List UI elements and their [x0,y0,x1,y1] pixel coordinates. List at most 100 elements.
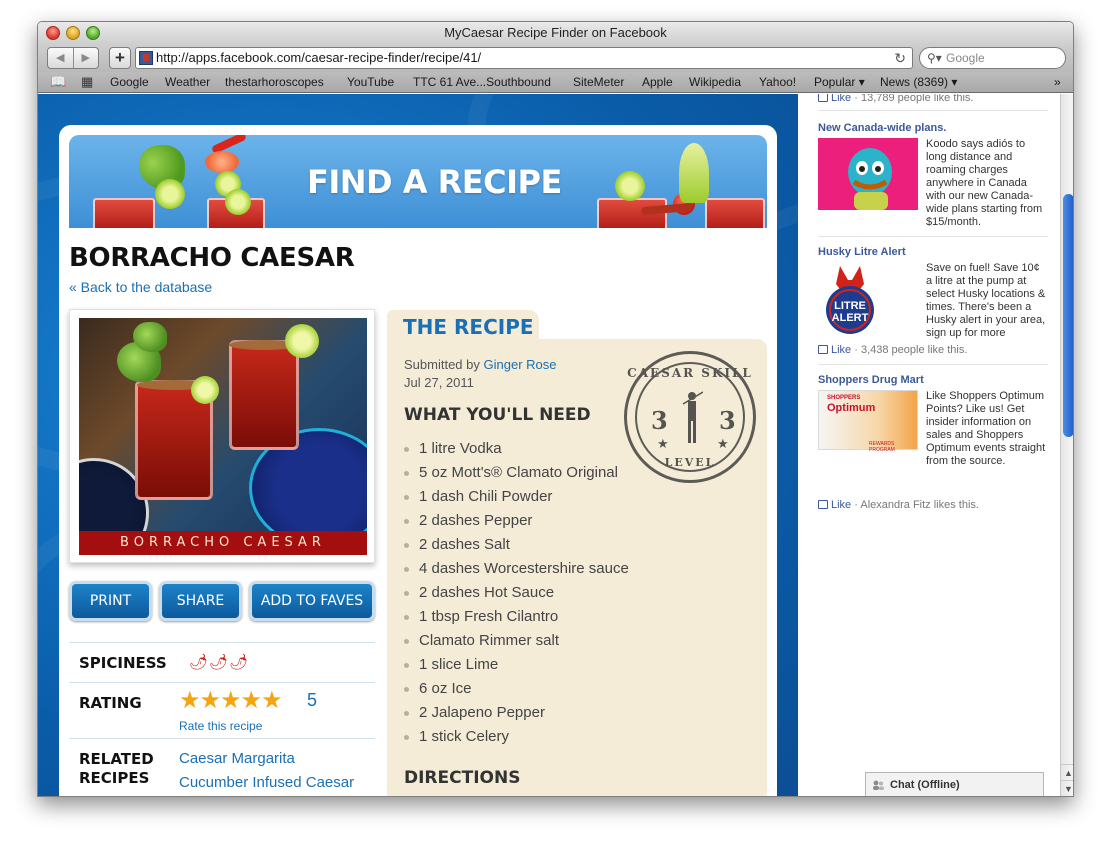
ingredient-item: 1 tbsp Fresh Cilantro [404,605,629,629]
like-link[interactable]: Like [831,94,851,104]
ad-title[interactable]: Shoppers Drug Mart [818,374,1053,386]
open-book-icon[interactable]: 📖 [50,75,66,89]
ad-like-line: Like · 3,438 people like this. [818,344,967,356]
ingredient-item: 1 slice Lime [404,653,629,677]
chat-bar[interactable]: Chat (Offline) [865,772,1044,796]
ingredient-item: 2 dashes Salt [404,533,629,557]
ad-separator [818,236,1048,237]
forward-arrow-icon[interactable]: ▶ [74,48,99,68]
bookmark-sitemeter[interactable]: SiteMeter [573,72,624,92]
close-window-button[interactable] [46,26,60,40]
shoppers-optimum-card-image[interactable]: SHOPPERS Optimum REWARDS PROGRAM [818,390,918,453]
sidebar-ad[interactable]: Shoppers Drug Mart SHOPPERS Optimum REWA… [818,374,1053,467]
thumbs-up-icon[interactable] [818,500,828,509]
ad-like-line: Like · Alexandra Fitz likes this. [818,499,979,511]
search-icon[interactable]: ⚲▾ [927,48,942,68]
recipe-panel-title: THE RECIPE [403,315,534,339]
ingredient-item: 6 oz Ice [404,677,629,701]
back-arrow-icon[interactable]: ◀ [48,48,74,68]
chat-status-label: Chat (Offline) [890,779,960,791]
thumbs-up-icon[interactable] [818,94,828,102]
related-recipe-link[interactable]: Cucumber Infused Caesar [179,774,354,791]
author-link[interactable]: Ginger Rose [484,357,557,372]
bookmark-apple[interactable]: Apple [642,72,673,92]
recipe-title: BORRACHO CAESAR [69,243,355,273]
top-sites-grid-icon[interactable]: ▦ [81,75,93,89]
what-youll-need-heading: WHAT YOU'LL NEED [404,405,591,425]
bookmark-google[interactable]: Google [110,72,149,92]
title-bar: MyCaesar Recipe Finder on Facebook [38,22,1073,44]
banner-lime [225,189,251,215]
ingredient-item: 5 oz Mott's® Clamato Original [404,461,629,485]
recipe-photo-frame: BORRACHO CAESAR [69,309,375,563]
nav-buttons: ◀ ▶ [47,47,99,69]
bookmark-popular-menu[interactable]: Popular ▾ [814,72,865,92]
related-recipe-link[interactable]: Caesar Margarita [179,750,295,767]
bookmark-thestarhoroscopes[interactable]: thestarhoroscopes [225,72,324,92]
stamp-star-icon: ★ [657,436,669,451]
bookmarks-bar: 📖 ▦ Google Weather thestarhoroscopes You… [38,72,1073,93]
sidebar-ad[interactable]: New Canada-wide plans. Koodo says adiós … [818,122,1053,228]
photo-lime [191,376,219,404]
bookmark-news-menu[interactable]: News (8369) ▾ [880,72,957,92]
ad-separator [818,110,1048,111]
sidebar-ad[interactable]: Husky Litre Alert LITRE ALERT Save on fu… [818,246,1053,339]
bookmark-youtube[interactable]: YouTube [347,72,394,92]
address-url[interactable]: http://apps.facebook.com/caesar-recipe-f… [156,48,481,68]
like-link[interactable]: Like [831,499,851,511]
related-label-line1: RELATED [79,750,154,768]
site-favicon-icon [139,51,153,65]
add-to-faves-button[interactable]: ADD TO FAVES [249,581,375,621]
husky-litre-alert-image[interactable]: LITRE ALERT [818,262,882,338]
reload-icon[interactable]: ↻ [894,48,906,68]
stamp-top-text: CAESAR SKILL [627,366,753,380]
bookmark-wikipedia[interactable]: Wikipedia [689,72,741,92]
ad-title[interactable]: New Canada-wide plans. [818,122,1053,134]
scrollbar-thumb[interactable] [1063,194,1073,437]
koodo-mascot-image[interactable] [818,138,918,210]
ad-text: Save on fuel! Save 10¢ a litre at the pu… [926,262,1046,339]
bookmarks-overflow-icon[interactable]: » [1054,72,1061,92]
rating-number: 5 [307,690,318,710]
bookmark-yahoo[interactable]: Yahoo! [759,72,796,92]
stamp-left-number: 3 [651,406,668,435]
photo-celery [133,322,167,352]
submitted-by-prefix: Submitted by [404,357,480,372]
thumbs-up-icon[interactable] [818,345,828,354]
ingredient-item: 1 dash Chili Powder [404,485,629,509]
search-bar[interactable]: ⚲▾ [919,47,1066,69]
vertical-scrollbar[interactable]: ▲ ▼ [1060,94,1073,796]
back-to-database-link[interactable]: « Back to the database [69,279,212,295]
like-link[interactable]: Like [831,344,851,356]
caesar-skill-level-stamp: CAESAR SKILL 3 3 ★ ★ LEVEL [624,351,756,483]
rate-this-recipe-link[interactable]: Rate this recipe [179,719,262,733]
add-bookmark-button[interactable]: + [109,47,131,69]
print-button[interactable]: PRINT [69,581,152,621]
ad-title[interactable]: Husky Litre Alert [818,246,1053,258]
directions-heading: DIRECTIONS [404,768,521,788]
ad-separator [818,364,1048,365]
star-rating-icon[interactable]: ★★★★★ [179,689,283,713]
page-content: FIND A RECIPE BORRACHO CAESAR « Back to … [38,94,1073,796]
scroll-up-arrow-icon[interactable]: ▲ [1061,764,1073,780]
rating-row: RATING ★★★★★ 5 Rate this recipe [69,682,375,738]
chat-people-icon [873,780,884,790]
minimize-window-button[interactable] [66,26,80,40]
address-bar[interactable]: http://apps.facebook.com/caesar-recipe-f… [135,47,913,69]
zoom-window-button[interactable] [86,26,100,40]
ingredient-item: Clamato Rimmer salt [404,629,629,653]
share-button[interactable]: SHARE [159,581,242,621]
bookmark-ttc[interactable]: TTC 61 Ave...Southbound [413,72,551,92]
scroll-down-arrow-icon[interactable]: ▼ [1061,780,1073,796]
luchador-mascot-icon [848,148,892,210]
banner-shrimp [205,151,239,173]
optimum-logo-text: Optimum [827,402,876,414]
submitted-by: Submitted by Ginger Rose [404,357,556,372]
bookmark-weather[interactable]: Weather [165,72,210,92]
banner-drink-glass [705,198,765,228]
submitted-date: Jul 27, 2011 [404,375,474,390]
litre-alert-line1: LITRE [834,300,866,312]
ad-text: Like Shoppers Optimum Points? Like us! G… [926,390,1046,467]
search-input[interactable] [946,50,1058,66]
recipe-app: FIND A RECIPE BORRACHO CAESAR « Back to … [38,94,798,796]
